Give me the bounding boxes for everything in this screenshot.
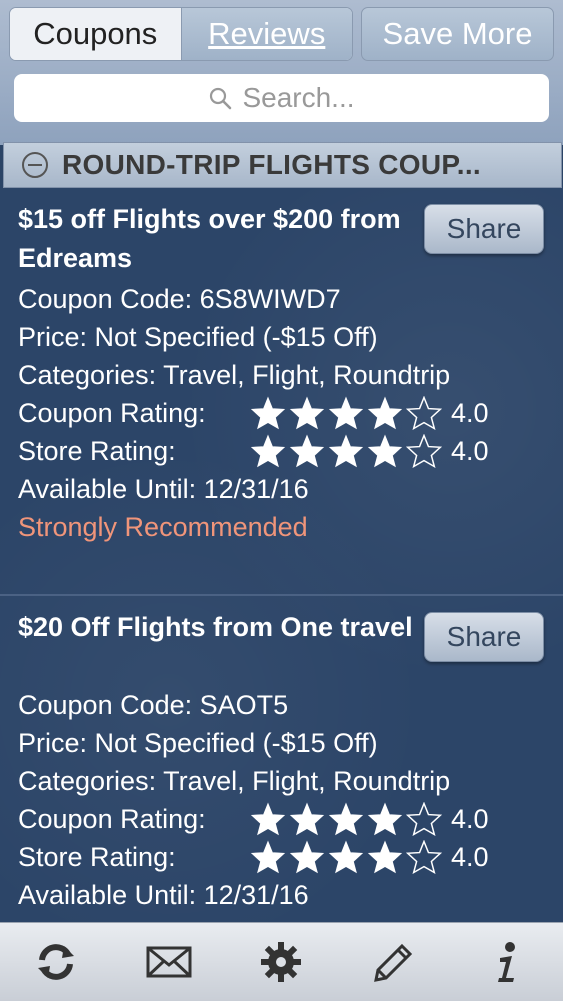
settings-button[interactable] [251, 932, 311, 992]
recommendation-label: Strongly Recommended [18, 512, 308, 542]
available-until: Available Until: 12/31/16 [18, 474, 309, 504]
refresh-icon [38, 944, 75, 980]
coupon-rating-stars: 4.0 [250, 800, 489, 838]
coupon-rating-value: 4.0 [451, 804, 489, 834]
store-rating-value: 4.0 [451, 842, 489, 872]
star-empty-icon [406, 434, 442, 468]
star-filled-icon [328, 802, 364, 836]
star-empty-icon [406, 840, 442, 874]
star-filled-icon [328, 434, 364, 468]
edit-button[interactable] [364, 932, 424, 992]
coupon-price: Price: Not Specified (-$15 Off) [18, 728, 378, 758]
share-button[interactable]: Share [424, 204, 544, 254]
tab-coupons[interactable]: Coupons [10, 8, 182, 60]
refresh-button[interactable] [26, 932, 86, 992]
save-more-button[interactable]: Save More [361, 7, 554, 61]
star-filled-icon [289, 840, 325, 874]
star-filled-icon [250, 434, 286, 468]
available-until: Available Until: 12/31/16 [18, 880, 309, 910]
coupon-rating-label: Coupon Rating: [18, 804, 206, 834]
store-rating-label: Store Rating: [18, 842, 176, 872]
coupon-price: Price: Not Specified (-$15 Off) [18, 322, 378, 352]
star-filled-icon [328, 396, 364, 430]
gear-icon [261, 942, 302, 982]
pencil-icon [374, 943, 413, 982]
star-filled-icon [367, 396, 403, 430]
coupon-categories: Categories: Travel, Flight, Roundtrip [18, 766, 451, 796]
section-title: ROUND-TRIP FLIGHTS COUP... [62, 149, 482, 180]
tab-reviews[interactable]: Reviews [181, 8, 352, 60]
coupon-title: $15 off Flights over $200 from Edreams [18, 204, 401, 273]
collapse-icon[interactable] [22, 152, 48, 178]
section-header[interactable]: ROUND-TRIP FLIGHTS COUP... [3, 142, 562, 188]
coupon-rating-value: 4.0 [451, 398, 489, 428]
star-filled-icon [250, 802, 286, 836]
star-filled-icon [328, 840, 364, 874]
star-filled-icon [367, 840, 403, 874]
star-filled-icon [367, 802, 403, 836]
coupon-rating-label: Coupon Rating: [18, 398, 206, 428]
share-button[interactable]: Share [424, 612, 544, 662]
star-filled-icon [289, 802, 325, 836]
search-icon [210, 87, 232, 110]
star-filled-icon [367, 434, 403, 468]
info-icon [497, 942, 515, 982]
coupon-card: $15 off Flights over $200 from Edreams S… [0, 188, 563, 594]
coupon-title: $20 Off Flights from One travel [18, 612, 413, 642]
store-rating-stars: 4.0 [250, 838, 489, 876]
mail-button[interactable] [139, 932, 199, 992]
coupon-categories: Categories: Travel, Flight, Roundtrip [18, 360, 451, 390]
star-filled-icon [250, 396, 286, 430]
coupon-code: Coupon Code: 6S8WIWD7 [18, 284, 341, 314]
coupon-list[interactable]: $15 off Flights over $200 from Edreams S… [0, 188, 563, 922]
coupon-card: $20 Off Flights from One travel Share Co… [0, 596, 563, 922]
mail-icon [146, 946, 192, 978]
coupon-rating-stars: 4.0 [250, 394, 489, 432]
search-input[interactable]: Search... [14, 74, 549, 122]
star-filled-icon [289, 396, 325, 430]
search-placeholder: Search... [242, 82, 355, 113]
star-filled-icon [250, 840, 286, 874]
star-empty-icon [406, 396, 442, 430]
star-empty-icon [406, 802, 442, 836]
store-rating-label: Store Rating: [18, 436, 176, 466]
star-filled-icon [289, 434, 325, 468]
info-button[interactable] [477, 932, 537, 992]
segment-control: Coupons Reviews [9, 7, 353, 61]
coupon-code: Coupon Code: SAOT5 [18, 690, 289, 720]
store-rating-value: 4.0 [451, 436, 489, 466]
store-rating-stars: 4.0 [250, 432, 489, 470]
top-bar: Coupons Reviews Save More Search... [0, 0, 563, 145]
bottom-toolbar [0, 922, 563, 1001]
